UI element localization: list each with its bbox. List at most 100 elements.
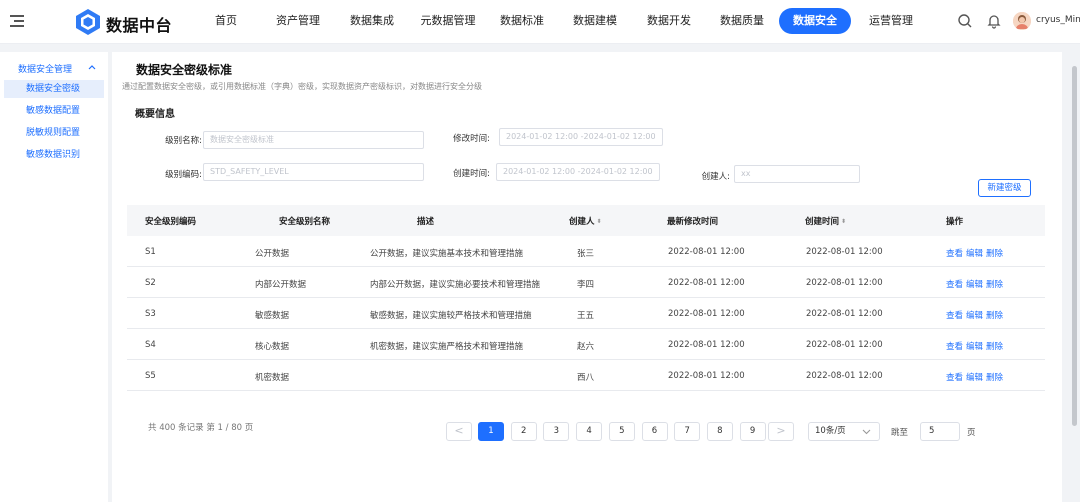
- table-row[interactable]: S2 内部公开数据 内部公开数据，建议实施必要技术和管理措施 李四 2022-08-01…: [127, 267, 1045, 298]
- edit-link[interactable]: 编辑: [966, 249, 983, 259]
- delete-link[interactable]: 删除: [986, 249, 1003, 259]
- nav-item[interactable]: 运营管理: [858, 8, 924, 34]
- username[interactable]: cryus_Mind: [1036, 15, 1080, 25]
- view-link[interactable]: 查看: [946, 249, 963, 259]
- row-actions: 查看 编辑 删除: [946, 340, 1006, 352]
- sidebar: 数据安全管理 数据安全密级 敏感数据配置 脱敏规则配置 敏感数据识别: [0, 52, 108, 502]
- bell-icon[interactable]: [986, 13, 1002, 29]
- cell-code: S3: [145, 309, 156, 319]
- page-button[interactable]: 8: [706, 422, 733, 441]
- nav-item[interactable]: 数据集成: [338, 8, 406, 34]
- page-button[interactable]: 4: [576, 422, 603, 441]
- new-level-button[interactable]: 新建密级: [978, 179, 1031, 197]
- edit-link[interactable]: 编辑: [966, 342, 983, 352]
- cell-name: 核心数据: [255, 342, 290, 352]
- column-header-name: 安全级别名称: [279, 217, 331, 227]
- page-button[interactable]: 1: [478, 422, 504, 441]
- column-header-modified-time: 最新修改时间: [667, 217, 719, 227]
- view-link[interactable]: 查看: [946, 311, 963, 321]
- page-button[interactable]: 7: [674, 422, 701, 441]
- level-code-input[interactable]: STD_SAFETY_LEVEL: [203, 163, 424, 181]
- creator-label: 创建人:: [701, 172, 730, 182]
- delete-link[interactable]: 删除: [986, 311, 1003, 321]
- cell-creator: 李四: [577, 280, 595, 290]
- column-header-created-time[interactable]: 创建时间 ⬍: [805, 215, 846, 227]
- table-row[interactable]: S1 公开数据 公开数据，建议实施基本技术和管理措施 张三 2022-08-01 12:…: [127, 236, 1045, 267]
- nav-item[interactable]: 数据开发: [636, 8, 702, 34]
- avatar[interactable]: [1013, 12, 1031, 30]
- edit-link[interactable]: 编辑: [966, 373, 983, 383]
- edit-link[interactable]: 编辑: [966, 280, 983, 290]
- page-button[interactable]: 6: [641, 422, 668, 441]
- cell-created: 2022-08-01 12:00: [806, 371, 883, 381]
- jump-suffix: 页: [967, 428, 976, 438]
- sort-icon[interactable]: ⬍: [841, 218, 846, 225]
- prev-page-button[interactable]: <: [446, 422, 472, 441]
- cell-created: 2022-08-01 12:00: [806, 278, 883, 288]
- view-link[interactable]: 查看: [946, 280, 963, 290]
- next-page-button[interactable]: >: [768, 422, 794, 441]
- cell-creator: 王五: [577, 311, 595, 321]
- chevron-down-icon: [862, 429, 871, 435]
- cell-name: 敏感数据: [255, 311, 290, 321]
- modified-time-range-input[interactable]: 2024-01-02 12:00 -2024-01-02 12:00: [499, 128, 663, 146]
- sidebar-item[interactable]: 敏感数据配置: [4, 102, 104, 120]
- level-code-label: 级别编码:: [165, 170, 202, 180]
- cell-creator: 赵六: [577, 342, 595, 352]
- page-button[interactable]: 9: [739, 422, 766, 441]
- nav-item[interactable]: 首页: [198, 8, 254, 34]
- page-button[interactable]: 2: [510, 422, 537, 441]
- page-size-select[interactable]: 10条/页: [808, 422, 880, 441]
- sort-icon[interactable]: ⬍: [597, 218, 602, 225]
- created-time-label: 创建时间:: [453, 169, 490, 179]
- page-size-value: 10条/页: [815, 426, 846, 436]
- column-header-description: 描述: [417, 217, 435, 227]
- chevron-up-icon: [88, 65, 96, 70]
- created-time-range-input[interactable]: 2024-01-02 12:00 -2024-01-02 12:00: [496, 163, 660, 181]
- menu-toggle-icon[interactable]: [10, 14, 26, 28]
- jump-label: 跳至: [891, 428, 909, 438]
- page-description: 通过配置数据安全密级，或引用数据标准（字典）密级，实现数据资产密级标识，对数据进…: [122, 82, 482, 91]
- nav-item[interactable]: 数据建模: [562, 8, 628, 34]
- table-header: 安全级别编码 安全级别名称 描述 创建人 ⬍ 最新修改时间 创建时间 ⬍ 操作: [127, 205, 1045, 236]
- search-icon[interactable]: [957, 13, 973, 29]
- sidebar-item[interactable]: 数据安全密级: [4, 80, 104, 98]
- nav-item[interactable]: 数据安全: [779, 8, 851, 34]
- nav-item[interactable]: 数据标准: [489, 8, 555, 34]
- column-header-creator[interactable]: 创建人 ⬍: [569, 215, 602, 227]
- cell-creator: 西八: [577, 373, 595, 383]
- scrollbar-thumb[interactable]: [1072, 66, 1077, 426]
- sidebar-item[interactable]: 脱敏规则配置: [4, 124, 104, 142]
- nav-item[interactable]: 元数据管理: [410, 8, 486, 34]
- total-records: 共 400 条记录 第 1 / 80 页: [148, 423, 254, 433]
- page-button[interactable]: 5: [608, 422, 635, 441]
- page-title: 数据安全密级标准: [136, 63, 233, 77]
- nav-item[interactable]: 数据质量: [709, 8, 775, 34]
- jump-page-input[interactable]: 5: [920, 422, 960, 441]
- table-row[interactable]: S5 机密数据 西八 2022-08-01 12:00 2022-08-01 12:00…: [127, 360, 1045, 391]
- cell-code: S2: [145, 278, 156, 288]
- level-name-input[interactable]: 数据安全密级标准: [203, 131, 424, 149]
- top-navbar: 数据中台 首页 资产管理 数据集成 元数据管理 数据标准 数据建模 数据开发 数据质量 数据安全…: [0, 0, 1080, 44]
- cell-name: 机密数据: [255, 373, 290, 383]
- edit-link[interactable]: 编辑: [966, 311, 983, 321]
- table-row[interactable]: S4 核心数据 机密数据，建议实施严格技术和管理措施 赵六 2022-08-01 12:…: [127, 329, 1045, 360]
- delete-link[interactable]: 删除: [986, 280, 1003, 290]
- creator-input[interactable]: xx: [734, 165, 860, 183]
- delete-link[interactable]: 删除: [986, 342, 1003, 352]
- cell-created: 2022-08-01 12:00: [806, 247, 883, 257]
- view-link[interactable]: 查看: [946, 342, 963, 352]
- section-title: 概要信息: [135, 109, 175, 120]
- view-link[interactable]: 查看: [946, 373, 963, 383]
- table-row[interactable]: S3 敏感数据 敏感数据，建议实施较严格技术和管理措施 王五 2022-08-01 12…: [127, 298, 1045, 329]
- cell-modified: 2022-08-01 12:00: [668, 278, 745, 288]
- sidebar-group-label: 数据安全管理: [18, 65, 73, 75]
- sidebar-item[interactable]: 敏感数据识别: [4, 146, 104, 164]
- page-button[interactable]: 3: [543, 422, 570, 441]
- nav-item[interactable]: 资产管理: [265, 8, 331, 34]
- column-header-code: 安全级别编码: [145, 217, 197, 227]
- cell-modified: 2022-08-01 12:00: [668, 371, 745, 381]
- delete-link[interactable]: 删除: [986, 373, 1003, 383]
- sidebar-group-data-security[interactable]: 数据安全管理: [0, 58, 108, 78]
- cell-name: 公开数据: [255, 249, 290, 259]
